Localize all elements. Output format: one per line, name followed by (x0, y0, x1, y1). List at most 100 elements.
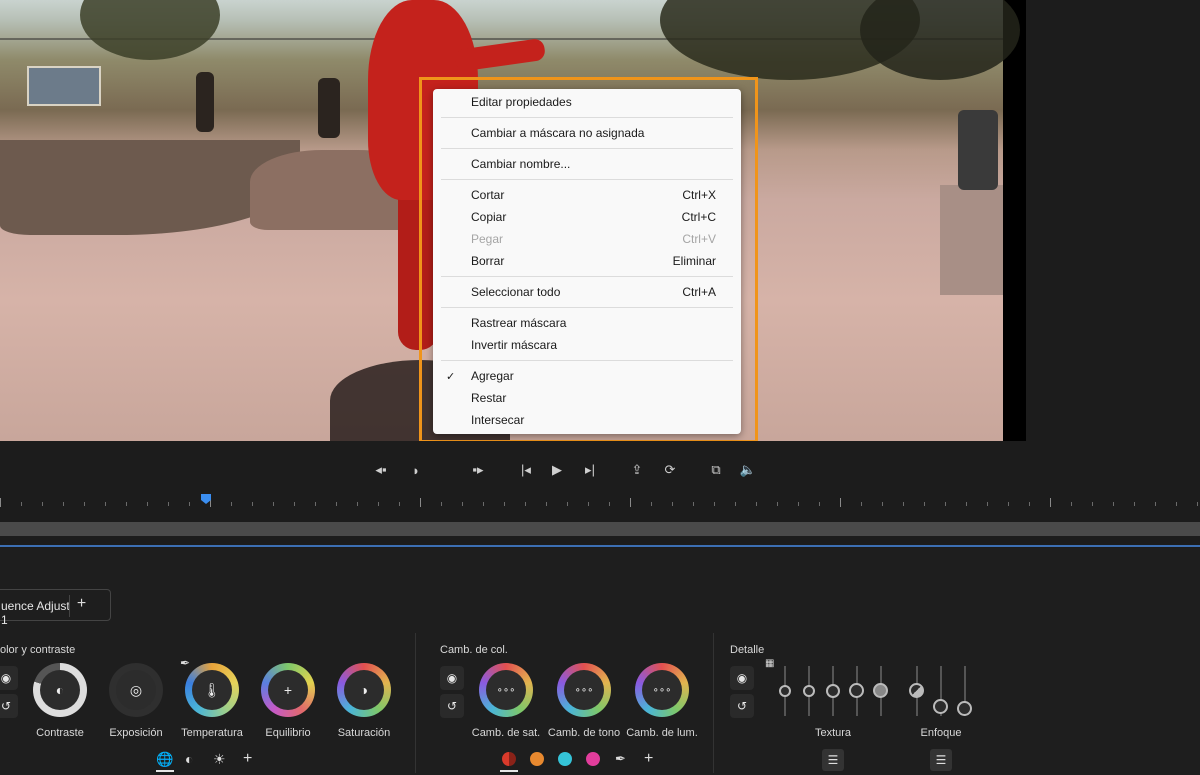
mark-clip-icon[interactable]: ◗ (405, 459, 427, 481)
menu-item-rename[interactable]: Cambiar nombre... (433, 153, 741, 175)
globe-icon[interactable]: 🌐 (156, 751, 173, 768)
menu-item-select-all[interactable]: Seleccionar todo Ctrl+A (433, 281, 741, 303)
thermometer-icon: 🌡 (192, 670, 232, 710)
menu-separator (441, 179, 733, 180)
menu-item-subtract[interactable]: Restar (433, 387, 741, 409)
swatch-orange[interactable] (530, 752, 544, 766)
texture-knob[interactable] (826, 684, 840, 698)
scene-tree (860, 0, 1020, 80)
ruler-tick (1113, 502, 1114, 506)
add-button[interactable]: + (644, 750, 653, 768)
section-title-color-contrast: olor y contraste (0, 644, 76, 656)
points-icon: ∘∘∘ (642, 670, 682, 710)
ruler-tick (630, 498, 631, 507)
ruler-tick (882, 502, 883, 506)
menu-item-invert-mask[interactable]: Invertir máscara (433, 334, 741, 356)
contrast-icon: ◐ (40, 670, 80, 710)
menu-separator (441, 117, 733, 118)
menu-item-change-unassigned-mask[interactable]: Cambiar a máscara no asignada (433, 122, 741, 144)
ruler-tick (735, 502, 736, 506)
active-tab-indicator (156, 770, 174, 772)
balance-dial[interactable]: + (261, 663, 315, 717)
add-button[interactable]: + (243, 750, 252, 768)
eye-icon[interactable]: ◉ (730, 666, 754, 690)
ruler-tick (315, 502, 316, 506)
ruler-tick (105, 502, 106, 506)
compare-icon[interactable]: ⧉ (705, 459, 727, 481)
eyedropper-icon[interactable]: ✒ (180, 656, 190, 670)
exposure-dial[interactable]: ◎ (109, 663, 163, 717)
play-icon[interactable]: ▶ (546, 459, 568, 481)
saturation-icon: ◑ (344, 670, 384, 710)
sat-change-dial[interactable]: ∘∘∘ (479, 663, 533, 717)
ruler-tick (1197, 502, 1198, 506)
menu-item-intersect[interactable]: Intersecar (433, 409, 741, 431)
hue-change-dial[interactable]: ∘∘∘ (557, 663, 611, 717)
ruler-tick (462, 502, 463, 506)
export-frame-icon[interactable]: ⇪ (626, 459, 648, 481)
menu-item-track-mask[interactable]: Rastrear máscara (433, 312, 741, 334)
ruler-tick (483, 502, 484, 506)
menu-item-delete[interactable]: Borrar Eliminar (433, 250, 741, 272)
contrast-dial[interactable]: ◐ (33, 663, 87, 717)
ruler-tick (21, 502, 22, 506)
eye-icon[interactable]: ◉ (0, 666, 18, 690)
ruler-tick (1071, 502, 1072, 506)
temperature-dial[interactable]: 🌡 (185, 663, 239, 717)
volume-icon[interactable]: 🔈 (737, 459, 759, 481)
go-to-out-icon[interactable]: ▸| (579, 459, 601, 481)
ruler-tick (546, 502, 547, 506)
timeline-scrollbar[interactable] (0, 522, 1200, 536)
sharpen-settings-icon[interactable]: ☰ (930, 749, 952, 771)
reset-icon[interactable]: ↺ (730, 694, 754, 718)
timeline-ruler[interactable] (0, 496, 1200, 520)
scene-wall (940, 185, 1003, 295)
ruler-tick (756, 502, 757, 506)
mark-out-icon[interactable]: ▪▸ (467, 459, 489, 481)
menu-item-cut[interactable]: Cortar Ctrl+X (433, 184, 741, 206)
ruler-tick (1092, 502, 1093, 506)
ruler-tick (1050, 498, 1051, 507)
texture-knob[interactable] (803, 685, 815, 697)
ruler-tick (294, 502, 295, 506)
lum-change-label: Camb. de lum. (626, 727, 698, 739)
ruler-tick (357, 502, 358, 506)
ruler-tick (273, 502, 274, 506)
mark-in-icon[interactable]: ◂▪ (370, 459, 392, 481)
sharpen-knob[interactable] (957, 701, 972, 716)
eye-icon[interactable]: ◉ (440, 666, 464, 690)
reset-icon[interactable]: ↺ (440, 694, 464, 718)
ruler-tick (924, 502, 925, 506)
ruler-tick (1008, 502, 1009, 506)
menu-item-add[interactable]: ✓ Agregar (433, 365, 741, 387)
sun-icon[interactable]: ☀ (213, 751, 226, 768)
texture-knob[interactable] (779, 685, 791, 697)
texture-knob[interactable] (849, 683, 864, 698)
eyedropper-icon[interactable]: ✒ (615, 751, 626, 767)
menu-item-edit-properties[interactable]: Editar propiedades (433, 91, 741, 113)
menu-item-paste: Pegar Ctrl+V (471, 232, 716, 246)
half-circle-icon[interactable]: ◐ (185, 751, 193, 767)
go-to-in-icon[interactable]: |◂ (515, 459, 537, 481)
ruler-tick (1134, 502, 1135, 506)
ruler-tick (525, 502, 526, 506)
lum-change-dial[interactable]: ∘∘∘ (635, 663, 689, 717)
swatch-cyan[interactable] (558, 752, 572, 766)
swatch-magenta[interactable] (586, 752, 600, 766)
ruler-tick (588, 502, 589, 506)
context-menu[interactable]: Editar propiedades Cambiar a máscara no … (433, 89, 741, 434)
sharpen-knob[interactable] (909, 683, 924, 698)
sequence-tab[interactable]: uence Adjust 1 + (0, 589, 111, 627)
ruler-tick (1176, 502, 1177, 506)
swatch-red[interactable] (502, 752, 516, 766)
ruler-tick (861, 502, 862, 506)
texture-knob[interactable] (873, 683, 888, 698)
reset-icon[interactable]: ↺ (0, 694, 18, 718)
menu-item-copy[interactable]: Copiar Ctrl+C (433, 206, 741, 228)
sharpen-knob[interactable] (933, 699, 948, 714)
add-tab-button[interactable]: + (69, 595, 93, 617)
texture-settings-icon[interactable]: ☰ (822, 749, 844, 771)
transport-bar: ◂▪ ◗ ▪▸ |◂ ▶ ▸| ⇪ ⟳ ⧉ 🔈 (0, 441, 1200, 501)
saturation-dial[interactable]: ◑ (337, 663, 391, 717)
loop-icon[interactable]: ⟳ (659, 459, 681, 481)
